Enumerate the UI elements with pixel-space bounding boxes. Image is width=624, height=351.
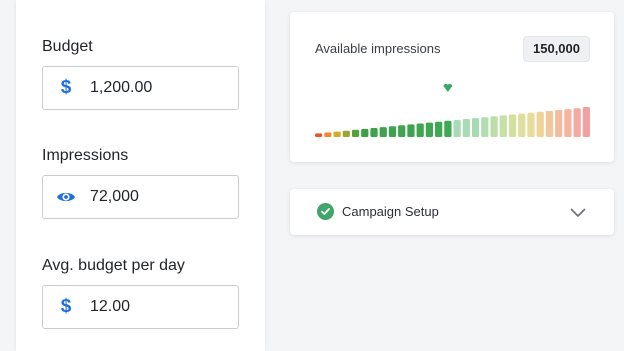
avg-budget-value: 12.00 <box>90 298 131 315</box>
impressions-bar <box>471 118 480 137</box>
budget-label: Budget <box>42 38 93 55</box>
impressions-bars <box>315 83 590 137</box>
impressions-bar <box>370 128 378 137</box>
impressions-bar <box>444 120 452 137</box>
eye-icon <box>56 190 76 204</box>
heart-marker-icon <box>443 83 453 92</box>
form-panel: Budget $ 1,200.00 Impressions 72,000 Avg… <box>16 0 265 351</box>
impressions-bar <box>536 111 544 137</box>
impressions-bar <box>388 126 397 137</box>
impressions-bar <box>379 127 387 137</box>
impressions-value: 72,000 <box>90 188 139 205</box>
impressions-bar <box>333 131 341 137</box>
impressions-count-badge: 150,000 <box>523 36 590 62</box>
impressions-bar <box>416 123 424 137</box>
impressions-bar <box>425 122 434 137</box>
impressions-bar <box>499 115 507 137</box>
impressions-input[interactable]: 72,000 <box>42 175 239 219</box>
avg-budget-label: Avg. budget per day <box>42 257 185 274</box>
impressions-bar <box>407 124 415 137</box>
impressions-bar <box>573 108 581 137</box>
impressions-bar <box>462 119 470 137</box>
campaign-setup-label: Campaign Setup <box>342 204 439 219</box>
impressions-bar <box>555 110 563 137</box>
impressions-bar <box>453 119 461 137</box>
impressions-bar <box>481 117 489 137</box>
campaign-setup-accordion[interactable]: Campaign Setup <box>290 189 614 235</box>
impressions-bar <box>398 125 406 137</box>
impressions-bar <box>527 112 535 137</box>
impressions-bar <box>342 130 350 137</box>
impressions-bar <box>361 128 369 137</box>
impressions-bar <box>490 116 498 137</box>
check-circle-icon <box>317 203 334 220</box>
impressions-bar <box>582 107 590 137</box>
avg-budget-input[interactable]: $ 12.00 <box>42 285 239 329</box>
impressions-bar <box>564 109 572 137</box>
dollar-icon: $ <box>60 77 72 98</box>
impressions-bar <box>435 121 443 137</box>
available-impressions-card: Available impressions 150,000 <box>290 12 614 162</box>
budget-input[interactable]: $ 1,200.00 <box>42 66 239 110</box>
impressions-label: Impressions <box>42 147 129 164</box>
budget-value: 1,200.00 <box>90 79 153 96</box>
impressions-bar <box>508 114 517 137</box>
dollar-icon: $ <box>60 296 72 317</box>
impressions-bar <box>518 113 526 137</box>
impressions-bar <box>545 110 554 137</box>
chevron-down-icon[interactable] <box>570 205 586 223</box>
available-impressions-title: Available impressions <box>315 41 441 56</box>
impressions-bar <box>315 133 323 137</box>
impressions-bar <box>324 132 332 137</box>
impressions-bar <box>351 129 360 137</box>
impressions-bar-chart <box>315 82 590 138</box>
